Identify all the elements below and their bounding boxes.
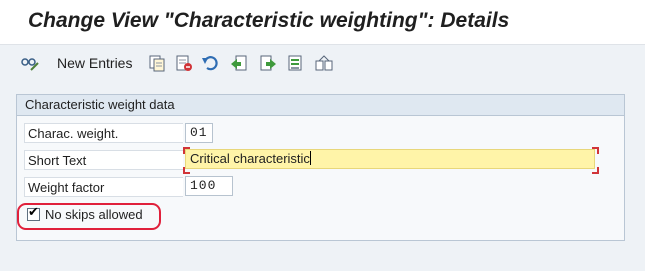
focus-corner-bottom-right [592,167,599,174]
select-all-icon[interactable] [314,53,334,73]
short-text-value: Critical characteristic [190,151,310,166]
title-bar: Change View "Characteristic weighting": … [0,0,645,45]
focus-corner-top-right [592,147,599,154]
charac-weight-field[interactable]: 01 [185,123,213,143]
select-block-icon[interactable] [285,53,305,73]
new-entries-button[interactable]: New Entries [57,55,132,71]
focus-corner-top-left [183,147,190,154]
short-text-label: Short Text [24,150,183,170]
display-change-icon[interactable] [20,53,40,73]
charac-weight-label: Charac. weight. [24,123,183,143]
weight-factor-label: Weight factor [24,177,183,197]
copy-icon[interactable] [147,53,167,73]
application-toolbar: New Entries [0,45,645,81]
weight-factor-field[interactable]: 100 [185,176,233,196]
previous-entry-icon[interactable] [229,53,249,73]
undo-icon[interactable] [201,53,221,73]
text-cursor [309,151,311,165]
focus-corner-bottom-left [183,167,190,174]
checkmark-icon: ✔ [28,204,39,219]
no-skips-allowed-label: No skips allowed [45,207,143,222]
delete-icon[interactable] [174,53,194,73]
short-text-field[interactable]: Critical characteristic [185,149,595,169]
group-header: Characteristic weight data [17,95,624,116]
no-skips-allowed-checkbox[interactable]: ✔ [27,204,40,221]
group-title: Characteristic weight data [25,97,175,112]
next-entry-icon[interactable] [258,53,278,73]
page-title: Change View "Characteristic weighting": … [28,9,510,32]
